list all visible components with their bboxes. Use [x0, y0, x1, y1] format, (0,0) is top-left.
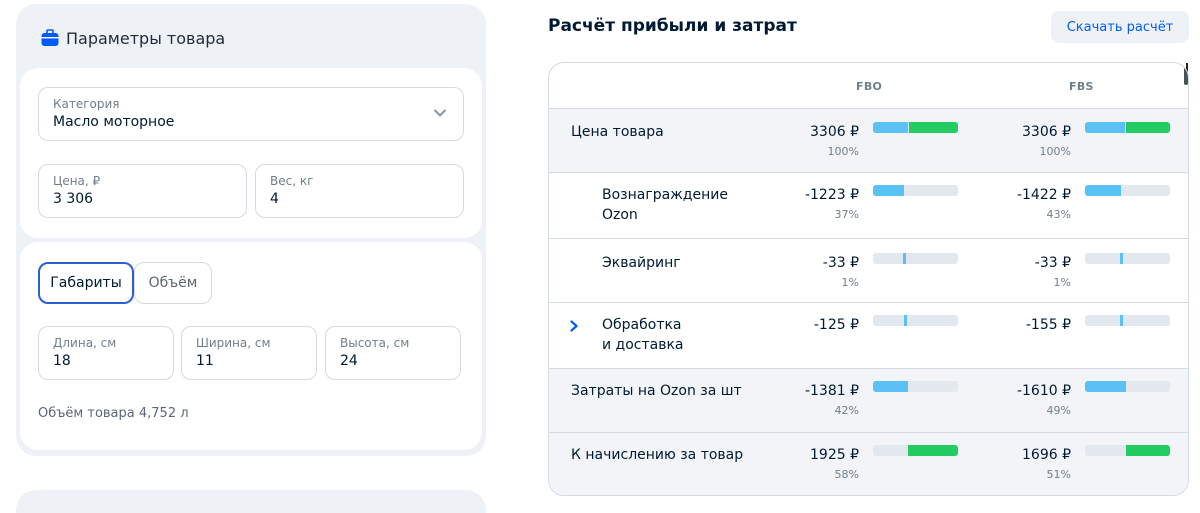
- fbo-percent: 1%: [841, 276, 859, 289]
- width-value: 11: [196, 353, 214, 369]
- table-header: FBO FBS: [549, 63, 1188, 109]
- row-label: Цена товара: [571, 124, 664, 140]
- next-panel: [16, 490, 486, 513]
- weight-field[interactable]: Вес, кг 4: [255, 164, 464, 218]
- column-fbs: FBS: [1069, 80, 1094, 93]
- panel-header: Параметры товара: [20, 8, 482, 68]
- scrollbar[interactable]: [1184, 63, 1188, 85]
- fbs-bar: [1085, 445, 1170, 456]
- tab-volume[interactable]: Объём: [134, 262, 212, 304]
- row-label: Затраты на Ozon за шт: [571, 383, 742, 399]
- table-row-acquiring: Эквайринг -33 ₽ 1% -33 ₽ 1%: [549, 239, 1188, 303]
- calc-title: Расчёт прибыли и затрат: [548, 16, 797, 36]
- weight-value: 4: [270, 191, 279, 207]
- fbs-percent: 43%: [1046, 208, 1071, 221]
- calc-table: FBO FBS Цена товара 3306 ₽ 100% 3306 ₽ 1…: [548, 62, 1189, 496]
- width-label: Ширина, см: [196, 336, 271, 350]
- fbs-bar: [1085, 122, 1170, 133]
- fbs-bar: [1085, 185, 1170, 196]
- height-value: 24: [340, 353, 358, 369]
- fbo-percent: 100%: [827, 145, 859, 158]
- chevron-right-icon[interactable]: [568, 320, 580, 332]
- row-label-line2: и доставка: [602, 337, 684, 353]
- price-value: 3 306: [53, 191, 94, 207]
- fbo-percent: 42%: [834, 404, 859, 417]
- tab-dimensions[interactable]: Габариты: [38, 262, 134, 304]
- fbs-percent: 100%: [1039, 145, 1071, 158]
- fbo-bar: [873, 185, 958, 196]
- fbs-amount: -33 ₽: [1034, 255, 1071, 271]
- fbo-bar: [873, 253, 958, 264]
- chevron-down-icon: [434, 109, 446, 117]
- fbs-bar: [1085, 381, 1170, 392]
- table-row-payout: К начислению за товар 1925 ₽ 58% 1696 ₽ …: [549, 433, 1188, 495]
- fbo-percent: 58%: [834, 468, 859, 481]
- table-row-delivery[interactable]: Обработка и доставка -125 ₽ -155 ₽: [549, 303, 1188, 369]
- fbs-bar: [1085, 253, 1170, 264]
- row-label: Вознаграждение Ozon: [602, 187, 728, 223]
- width-field[interactable]: Ширина, см 11: [181, 326, 317, 380]
- dimensions-card: Габариты Объём Длина, см 18 Ширина, см 1…: [20, 242, 482, 450]
- fbs-percent: 49%: [1046, 404, 1071, 417]
- length-label: Длина, см: [53, 336, 117, 350]
- download-button[interactable]: Скачать расчёт: [1051, 11, 1189, 43]
- category-value: Масло моторное: [53, 114, 175, 130]
- main-fields-card: Категория Масло моторное Цена, ₽ 3 306 В…: [20, 68, 482, 238]
- fbs-amount: -1610 ₽: [1016, 383, 1071, 399]
- product-params-panel: Параметры товара Категория Масло моторно…: [16, 4, 486, 456]
- price-field[interactable]: Цена, ₽ 3 306: [38, 164, 247, 218]
- fbo-amount: -1381 ₽: [804, 383, 859, 399]
- fbs-amount: 3306 ₽: [1022, 124, 1071, 140]
- panel-title: Параметры товара: [66, 28, 226, 48]
- category-label: Категория: [53, 97, 120, 111]
- fbo-bar: [873, 445, 958, 456]
- fbo-amount: -1223 ₽: [804, 187, 859, 203]
- table-row-reward: Вознаграждение Ozon -1223 ₽ 37% -1422 ₽ …: [549, 173, 1188, 239]
- column-fbo: FBO: [856, 80, 883, 93]
- fbo-bar: [873, 381, 958, 392]
- fbo-amount: -125 ₽: [813, 317, 859, 333]
- fbo-bar: [873, 315, 958, 326]
- fbo-percent: 37%: [834, 208, 859, 221]
- fbs-amount: -1422 ₽: [1016, 187, 1071, 203]
- shopping-bag-icon: [41, 29, 59, 46]
- table-row-price: Цена товара 3306 ₽ 100% 3306 ₽ 100%: [549, 109, 1188, 173]
- price-label: Цена, ₽: [53, 174, 101, 188]
- height-field[interactable]: Высота, см 24: [325, 326, 461, 380]
- length-field[interactable]: Длина, см 18: [38, 326, 174, 380]
- row-label-line1: Обработка: [602, 317, 682, 333]
- volume-text: Объём товара 4,752 л: [38, 406, 189, 421]
- fbs-amount: 1696 ₽: [1022, 447, 1071, 463]
- fbo-amount: 1925 ₽: [810, 447, 859, 463]
- row-label: Эквайринг: [602, 255, 681, 271]
- fbs-percent: 1%: [1053, 276, 1071, 289]
- category-select[interactable]: Категория Масло моторное: [38, 87, 464, 141]
- fbs-bar: [1085, 315, 1170, 326]
- row-label: К начислению за товар: [571, 447, 744, 463]
- length-value: 18: [53, 353, 71, 369]
- fbo-amount: -33 ₽: [822, 255, 859, 271]
- height-label: Высота, см: [340, 336, 410, 350]
- fbs-amount: -155 ₽: [1025, 317, 1071, 333]
- fbs-percent: 51%: [1046, 468, 1071, 481]
- weight-label: Вес, кг: [270, 174, 314, 188]
- fbo-bar: [873, 122, 958, 133]
- fbo-amount: 3306 ₽: [810, 124, 859, 140]
- table-row-costs: Затраты на Ozon за шт -1381 ₽ 42% -1610 …: [549, 369, 1188, 433]
